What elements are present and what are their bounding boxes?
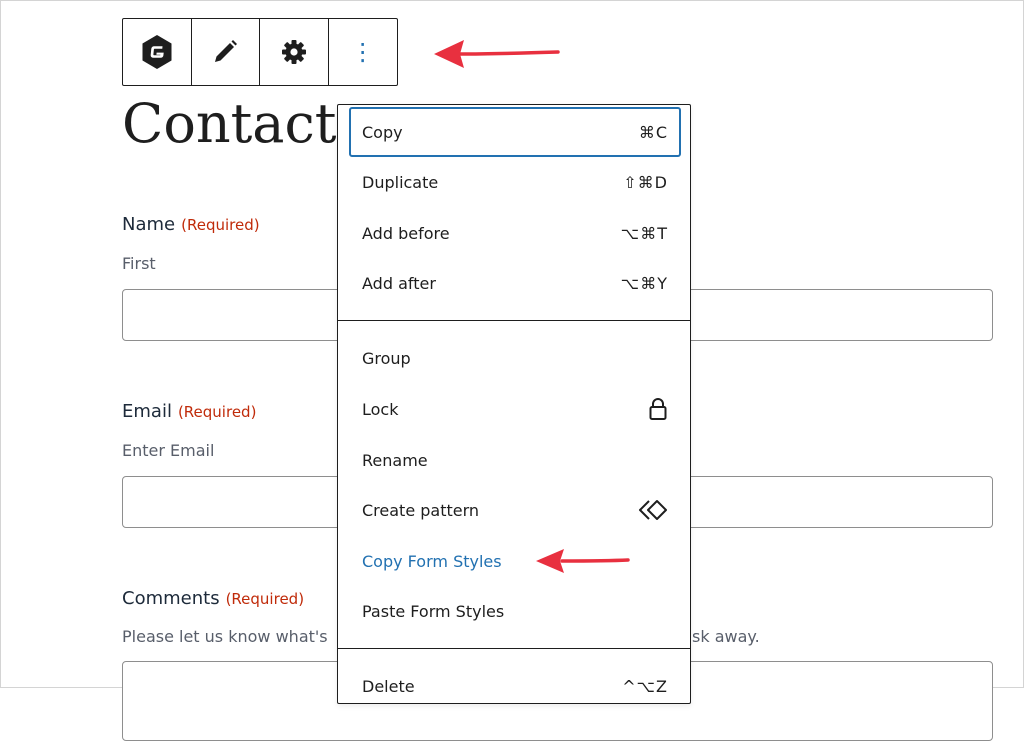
menu-item-label: Create pattern: [362, 500, 480, 520]
comments-required-badge: (Required): [225, 590, 305, 608]
gravity-forms-block-button[interactable]: [123, 19, 192, 85]
more-options-icon: ⋮: [350, 38, 375, 66]
menu-item-lock[interactable]: Lock: [349, 384, 681, 434]
menu-item-label: Copy Form Styles: [362, 551, 502, 571]
menu-item-group[interactable]: Group: [349, 333, 681, 383]
menu-item-paste-form-styles[interactable]: Paste Form Styles: [349, 586, 681, 636]
gear-icon: [281, 40, 306, 64]
comments-description-left: Please let us know what's: [122, 627, 328, 646]
edit-button[interactable]: [192, 19, 260, 85]
menu-item-rename[interactable]: Rename: [349, 435, 681, 485]
comments-description-right: sk away.: [692, 627, 760, 646]
menu-item-create-pattern[interactable]: Create pattern: [349, 485, 681, 535]
menu-item-add-before[interactable]: Add before ⌥⌘T: [349, 208, 681, 258]
menu-item-label: Copy: [362, 122, 403, 142]
gravity-forms-icon: [142, 35, 172, 69]
menu-item-label: Add after: [362, 273, 436, 293]
menu-item-label: Duplicate: [362, 172, 439, 192]
menu-item-label: Group: [362, 348, 411, 368]
name-required-badge: (Required): [181, 216, 260, 234]
menu-item-label: Paste Form Styles: [362, 601, 505, 621]
name-sublabel: First: [122, 254, 156, 273]
menu-item-duplicate[interactable]: Duplicate ⇧⌘D: [349, 157, 681, 207]
menu-item-shortcut: ^⌥Z: [622, 676, 668, 696]
menu-item-shortcut: ⌘C: [638, 122, 668, 142]
annotation-arrow-toolbar: [434, 40, 560, 68]
menu-item-label: Lock: [362, 399, 399, 419]
menu-item-label: Delete: [362, 676, 415, 696]
pencil-icon: [215, 40, 238, 62]
settings-button[interactable]: [260, 19, 329, 85]
lock-icon: [649, 398, 667, 420]
email-sublabel: Enter Email: [122, 441, 215, 460]
menu-item-copy[interactable]: Copy ⌘C: [349, 107, 681, 157]
more-options-button[interactable]: ⋮: [329, 19, 398, 85]
email-field-label: Email (Required): [122, 401, 256, 422]
menu-item-label: Add before: [362, 223, 450, 243]
menu-item-shortcut: ⌥⌘T: [620, 223, 668, 243]
name-field-label: Name (Required): [122, 214, 260, 235]
comments-field-label: Comments (Required): [122, 588, 304, 609]
comments-label-text: Comments: [122, 588, 220, 609]
menu-separator: [338, 320, 690, 321]
menu-item-shortcut: ⌥⌘Y: [620, 273, 668, 293]
menu-item-delete[interactable]: Delete ^⌥Z: [349, 661, 681, 703]
block-options-menu: Copy ⌘C Duplicate ⇧⌘D Add before ⌥⌘T Add…: [337, 104, 691, 704]
email-label-text: Email: [122, 401, 172, 422]
menu-item-label: Rename: [362, 450, 428, 470]
block-toolbar: ⋮: [122, 18, 398, 86]
pattern-icon: [639, 500, 667, 520]
menu-separator: [338, 648, 690, 649]
menu-item-add-after[interactable]: Add after ⌥⌘Y: [349, 258, 681, 308]
menu-item-shortcut: ⇧⌘D: [623, 172, 668, 192]
email-required-badge: (Required): [177, 403, 257, 421]
menu-item-copy-form-styles[interactable]: Copy Form Styles: [349, 536, 681, 586]
name-label-text: Name: [122, 214, 176, 235]
